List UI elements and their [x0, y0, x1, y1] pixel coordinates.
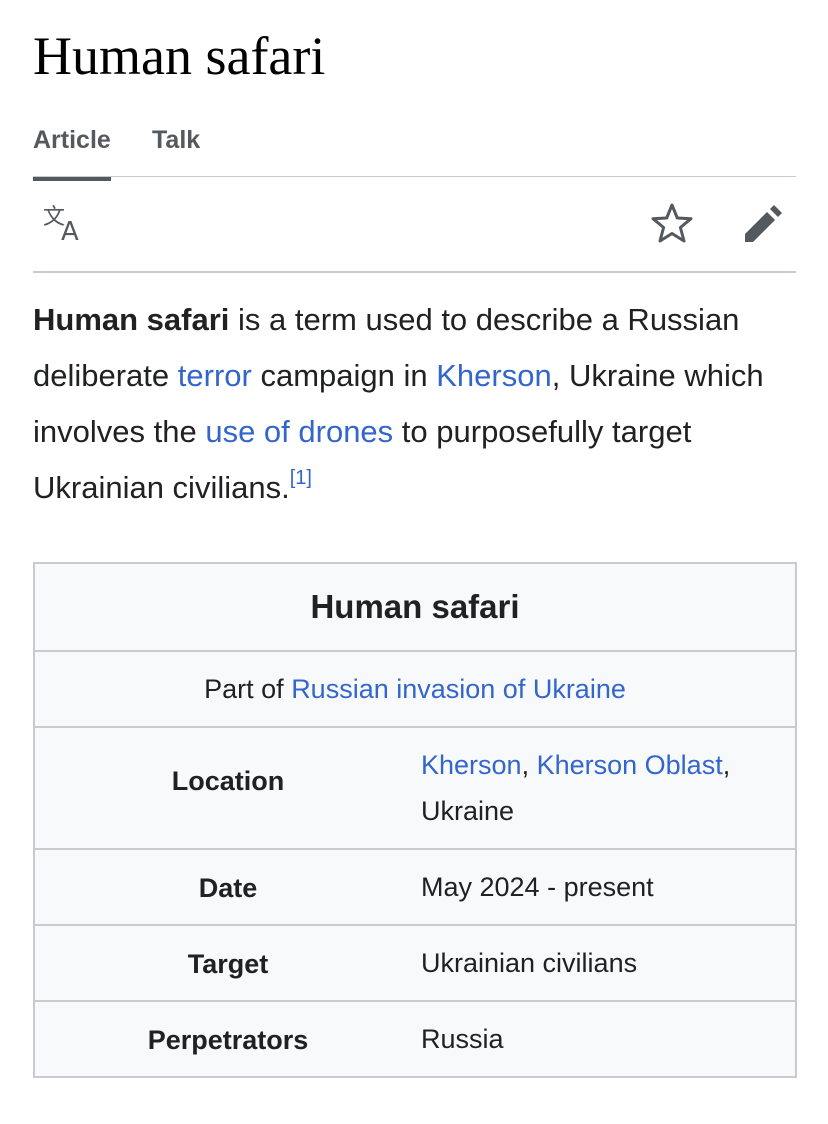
- link-kherson-oblast[interactable]: Kherson Oblast: [537, 750, 723, 780]
- infobox-part-of: Part of Russian invasion of Ukraine: [35, 650, 795, 726]
- infobox: Human safari Part of Russian invasion of…: [33, 562, 797, 1078]
- infobox-value: Russia: [421, 1024, 504, 1054]
- page-actions-toolbar: 文 A: [33, 176, 796, 273]
- infobox-label: Target: [187, 948, 269, 979]
- article-page: Human safari Article Talk 文 A Human safa…: [0, 0, 828, 1124]
- link-russian-invasion[interactable]: Russian invasion of Ukraine: [291, 674, 626, 705]
- lead-text: campaign in: [251, 358, 437, 393]
- reference-link[interactable]: [1]: [290, 467, 312, 489]
- link-kherson-city[interactable]: Kherson: [421, 750, 522, 780]
- lead-paragraph: Human safari is a term used to describe …: [33, 292, 803, 516]
- infobox-row-date: Date May 2024 - present: [35, 848, 795, 924]
- infobox-label: Perpetrators: [147, 1024, 309, 1055]
- infobox-value: Ukrainian civilians: [421, 948, 638, 978]
- separator: ,: [521, 750, 537, 780]
- svg-text:A: A: [61, 217, 79, 246]
- page-title: Human safari: [33, 26, 326, 86]
- infobox-value: Kherson, Kherson Oblast, Ukraine: [421, 728, 795, 848]
- infobox-label: Location: [171, 766, 285, 796]
- tab-talk[interactable]: Talk: [152, 126, 200, 155]
- infobox-row-perpetrators: Perpetrators Russia: [35, 1000, 795, 1076]
- edit-pencil-icon[interactable]: [741, 202, 785, 246]
- lead-bold-term: Human safari: [33, 302, 230, 337]
- infobox-label: Date: [198, 872, 258, 903]
- language-icon[interactable]: 文 A: [41, 202, 85, 247]
- tab-article[interactable]: Article: [33, 126, 111, 181]
- part-of-label: Part of: [204, 673, 292, 704]
- infobox-row-target: Target Ukrainian civilians: [35, 924, 795, 1000]
- infobox-title: Human safari: [310, 588, 520, 625]
- star-icon[interactable]: [650, 202, 694, 246]
- namespace-tabs: Article Talk: [33, 118, 796, 181]
- link-use-of-drones[interactable]: use of drones: [205, 414, 393, 449]
- infobox-value: May 2024 - present: [421, 872, 654, 902]
- infobox-row-location: Location Kherson, Kherson Oblast, Ukrain…: [35, 726, 795, 848]
- link-kherson[interactable]: Kherson: [436, 358, 551, 393]
- link-terror[interactable]: terror: [178, 358, 252, 393]
